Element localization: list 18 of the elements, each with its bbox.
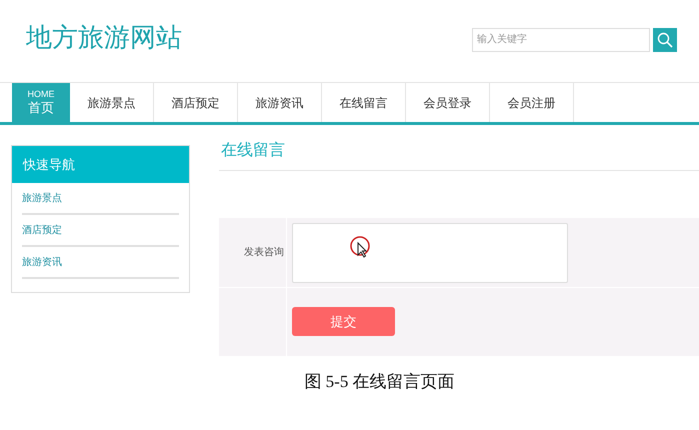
search-button[interactable] [653, 28, 677, 52]
search-icon [657, 32, 673, 48]
figure-caption: 图 5-5 在线留言页面 [303, 371, 456, 393]
nav-tab[interactable]: 旅游景点 [70, 83, 154, 122]
sidebar-link[interactable]: 旅游资讯 [22, 247, 179, 279]
sidebar-header: 快速导航 [12, 146, 189, 183]
nav-tab[interactable]: 旅游资讯 [238, 83, 322, 122]
sidebar-link[interactable]: 旅游景点 [22, 183, 179, 215]
nav-tab[interactable]: 在线留言 [322, 83, 406, 122]
site-title: 地方旅游网站 [26, 20, 182, 54]
nav-tab[interactable]: 酒店预定 [154, 83, 238, 122]
nav-tab[interactable]: 会员注册 [490, 83, 574, 122]
sidebar-link[interactable]: 酒店预定 [22, 215, 179, 247]
field-label: 发表咨询 [244, 246, 284, 260]
nav-tab[interactable]: 会员登录 [406, 83, 490, 122]
cursor-icon [350, 236, 372, 258]
section-heading: 在线留言 [220, 140, 286, 161]
search-field[interactable]: 输入关键字 [472, 28, 650, 52]
